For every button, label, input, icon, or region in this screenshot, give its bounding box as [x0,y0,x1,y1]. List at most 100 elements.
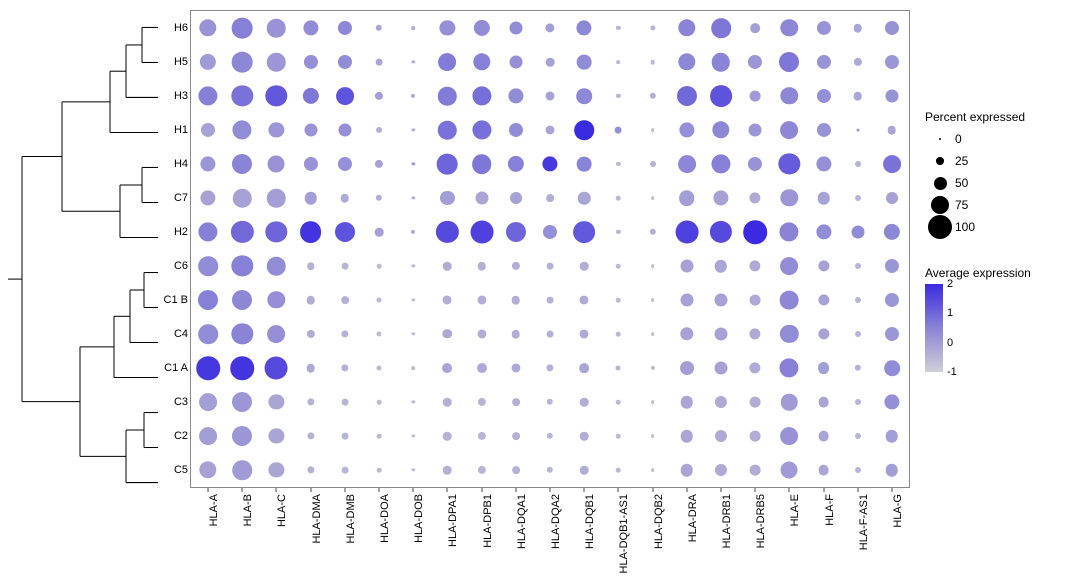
dot [780,222,799,241]
dot [375,160,383,168]
column-label: HLA-G [892,494,904,528]
dot [855,433,861,439]
dot [338,157,352,171]
dot [780,325,798,343]
dot [677,86,697,106]
dot [473,20,489,36]
dot [577,55,592,70]
dot [715,464,727,476]
dot [341,399,348,406]
dot [509,22,522,35]
dot [269,394,284,409]
dot [307,262,315,270]
size-legend-row: 50 [925,172,1075,194]
dot [443,329,452,338]
y-axis: H6H5H3H1H4C7H2C6C1 BC4C1 AC3C2C5 [160,10,190,488]
dot [750,328,761,339]
dendrogram-svg [2,10,160,500]
dot [680,430,693,443]
dot [512,432,520,440]
dot [712,53,731,72]
dot [854,58,862,66]
dot [512,330,521,339]
dot [412,128,415,131]
dot [472,120,491,139]
dot [675,221,698,244]
size-legend-label: 0 [955,132,962,146]
dot [443,398,452,407]
dot [855,331,861,337]
dot [232,154,252,174]
size-legend-row: 25 [925,150,1075,172]
dot [713,190,728,205]
dot [818,465,829,476]
dot [883,155,901,173]
color-gradient: 210-1 [925,284,943,372]
dot [232,18,253,39]
dot [547,399,553,405]
dot [199,427,217,445]
dot [651,332,655,336]
dot [232,323,253,344]
dot [199,222,218,241]
dot [750,295,761,306]
dot [851,226,864,239]
dot [855,399,861,405]
dot [616,196,621,201]
dot [267,189,286,208]
dot [616,434,621,439]
dot [306,364,315,373]
dot [616,468,621,473]
dot [307,398,314,405]
dot [779,52,799,72]
dot [335,222,355,242]
dot [617,60,621,64]
dot [780,358,799,377]
dot [780,257,798,275]
dot [199,19,216,36]
row-dendrogram [2,10,160,500]
dot [472,154,492,174]
dot [341,194,350,203]
dot [377,434,382,439]
column-label: HLA-DQB2 [653,494,665,549]
dot [440,191,454,205]
dot [201,190,216,205]
dot [268,156,285,173]
dot [678,155,696,173]
dot [411,366,415,370]
dot [885,327,899,341]
dot [750,192,761,203]
dot [375,92,383,100]
dot [200,54,216,70]
dot [715,260,728,273]
dot [377,264,382,269]
row-label: H4 [174,158,188,170]
dot [678,19,695,36]
dot [580,398,589,407]
dot [412,264,415,267]
dot [680,396,693,409]
dot [616,162,620,166]
column-label: HLA-DQA1 [516,494,528,549]
dot [511,363,520,372]
dot [269,462,284,477]
column-label: HLA-DQA2 [550,494,562,549]
column-label: HLA-DOA [379,494,391,543]
dot [269,428,284,443]
dot [508,156,524,172]
dot [545,91,554,100]
dot [885,259,899,273]
dot [338,55,352,69]
dot [547,263,554,270]
dot [780,121,798,139]
dot [750,397,761,408]
dot [651,468,655,472]
column-label: HLA-F [824,494,836,526]
dot [477,329,486,338]
dot [649,229,655,235]
dot [201,156,216,171]
dot [885,90,898,103]
dot [779,153,800,174]
dot [818,328,829,339]
